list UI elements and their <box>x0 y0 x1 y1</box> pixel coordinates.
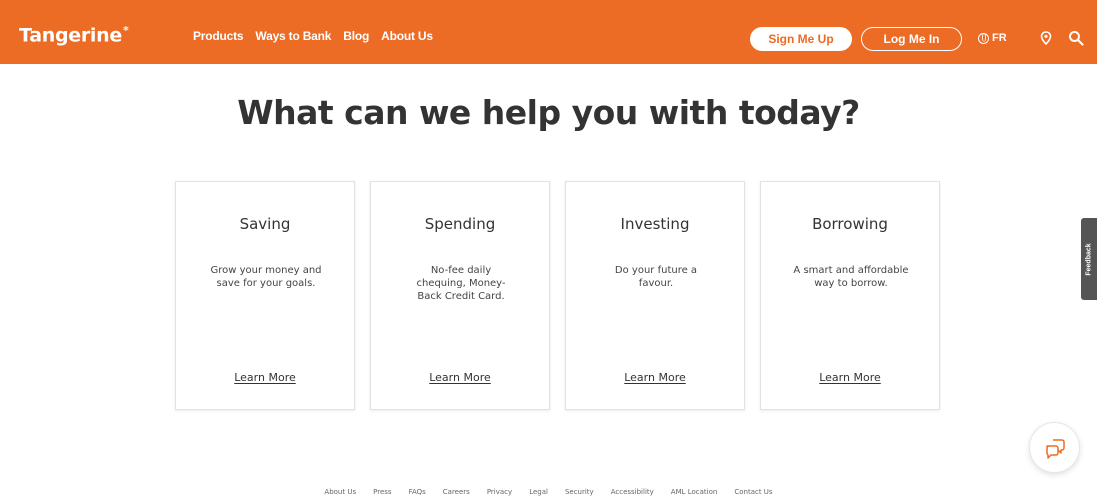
learn-more-link[interactable]: Learn More <box>761 371 939 384</box>
footer-link-careers[interactable]: Careers <box>443 488 470 496</box>
card-description: No-fee daily chequing, Money-Back Credit… <box>416 265 506 302</box>
log-me-in-button[interactable]: Log Me In <box>861 27 962 51</box>
card-saving[interactable]: Saving Grow your money and save for your… <box>175 181 355 410</box>
card-description: Grow your money and save for your goals. <box>210 265 322 289</box>
chat-icon <box>1045 438 1065 459</box>
footer-link-aml-location[interactable]: AML Location <box>671 488 718 496</box>
card-description: Do your future a favour. <box>614 265 698 289</box>
logo-text: Tangerine <box>19 24 122 47</box>
location-pin-icon[interactable] <box>1040 31 1052 45</box>
tangerine-logo[interactable]: Tangerine* <box>19 24 129 47</box>
nav-ways-to-bank[interactable]: Ways to Bank <box>255 29 331 43</box>
nav-blog[interactable]: Blog <box>343 29 369 43</box>
footer-link-legal[interactable]: Legal <box>529 488 548 496</box>
main-nav: Products Ways to Bank Blog About Us <box>193 29 433 43</box>
card-title: Investing <box>620 215 690 233</box>
footer-link-about-us[interactable]: About Us <box>324 488 356 496</box>
footer-link-security[interactable]: Security <box>565 488 594 496</box>
feedback-label: Feedback <box>1085 242 1093 276</box>
logo-mark: * <box>122 24 129 37</box>
chat-button[interactable] <box>1029 422 1080 473</box>
learn-more-link[interactable]: Learn More <box>371 371 549 384</box>
footer-link-privacy[interactable]: Privacy <box>487 488 512 496</box>
card-borrowing[interactable]: Borrowing A smart and affordable way to … <box>760 181 940 410</box>
card-title: Saving <box>239 215 291 233</box>
footer-link-contact-us[interactable]: Contact Us <box>734 488 772 496</box>
card-title: Borrowing <box>812 215 888 233</box>
card-title: Spending <box>424 215 496 233</box>
language-label: FR <box>992 32 1007 44</box>
nav-products[interactable]: Products <box>193 29 244 43</box>
nav-about-us[interactable]: About Us <box>381 29 433 43</box>
feedback-tab[interactable]: Feedback <box>1081 218 1097 300</box>
sign-me-up-button[interactable]: Sign Me Up <box>750 27 852 51</box>
card-investing[interactable]: Investing Do your future a favour. Learn… <box>565 181 745 410</box>
footer-link-faqs[interactable]: FAQs <box>409 488 426 496</box>
learn-more-link[interactable]: Learn More <box>566 371 744 384</box>
footer-link-press[interactable]: Press <box>373 488 391 496</box>
search-icon[interactable] <box>1068 30 1084 46</box>
language-toggle[interactable]: FR <box>978 32 1007 44</box>
page-headline: What can we help you with today? <box>237 93 860 132</box>
top-header: Tangerine* Products Ways to Bank Blog Ab… <box>0 0 1097 64</box>
learn-more-link[interactable]: Learn More <box>176 371 354 384</box>
footer-links: About Us Press FAQs Careers Privacy Lega… <box>0 488 1097 496</box>
card-description: A smart and affordable way to borrow. <box>793 265 909 289</box>
footer-link-accessibility[interactable]: Accessibility <box>611 488 654 496</box>
globe-icon <box>978 32 989 44</box>
card-spending[interactable]: Spending No-fee daily chequing, Money-Ba… <box>370 181 550 410</box>
